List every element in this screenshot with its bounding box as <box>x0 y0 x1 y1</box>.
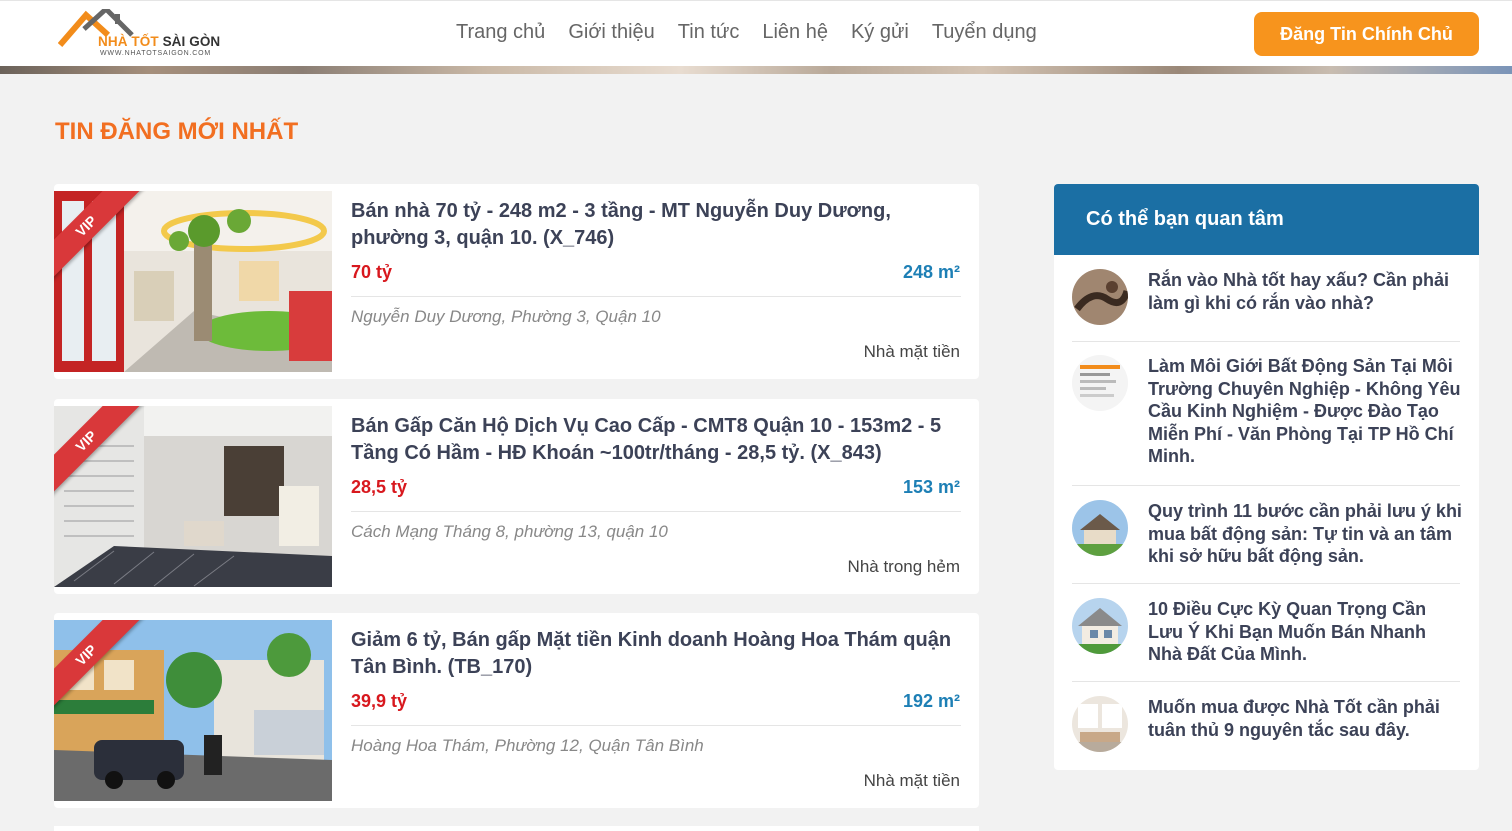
nav-contact[interactable]: Liên hệ <box>762 21 828 44</box>
divider <box>351 511 961 512</box>
listing-price: 28,5 tỷ <box>351 477 408 497</box>
listing-title[interactable]: Bán nhà 70 tỷ - 248 m2 - 3 tầng - MT Ngu… <box>351 198 961 252</box>
section-title: TIN ĐĂNG MỚI NHẤT <box>55 118 299 145</box>
divider <box>351 296 961 297</box>
listing-title[interactable]: Bán Gấp Căn Hộ Dịch Vụ Cao Cấp - CMT8 Qu… <box>351 413 961 467</box>
nav-consign[interactable]: Ký gửi <box>851 21 909 44</box>
listing-image[interactable]: VIP <box>54 191 332 372</box>
divider <box>1072 583 1460 584</box>
article-thumbnail[interactable] <box>1072 598 1128 654</box>
nav-news[interactable]: Tin tức <box>678 21 740 44</box>
listing-card-next <box>54 826 979 831</box>
listing-card[interactable]: VIP Bán Gấp Căn Hộ Dịch Vụ Cao Cấp - CMT… <box>54 399 979 594</box>
listing-type: Nhà trong hẻm <box>847 557 960 576</box>
listing-image[interactable]: VIP <box>54 620 332 801</box>
related-sidebar: Có thể bạn quan tâm Rắn vào Nhà tốt hay … <box>1054 184 1479 770</box>
divider <box>1072 341 1460 342</box>
listing-area: 153 m² <box>902 477 960 497</box>
article-thumbnail[interactable] <box>1072 500 1128 556</box>
listing-card[interactable]: VIP Giảm 6 tỷ, Bán gấp Mặt tiền Kinh doa… <box>54 613 979 808</box>
site-header: NHÀ TỐT SÀI GÒN WWW.NHATOTSAIGON.COM Tra… <box>0 0 1512 66</box>
article-title[interactable]: Rắn vào Nhà tốt hay xấu? Cần phải làm gì… <box>1148 269 1464 314</box>
post-listing-button[interactable]: Đăng Tin Chính Chủ <box>1254 12 1479 56</box>
listing-card[interactable]: VIP Bán nhà 70 tỷ - 248 m2 - 3 tầng - MT… <box>54 184 979 379</box>
listing-address: Hoàng Hoa Thám, Phường 12, Quận Tân Bình <box>351 736 704 755</box>
article-title[interactable]: Quy trình 11 bước cần phải lưu ý khi mua… <box>1148 500 1464 568</box>
logo-domain: WWW.NHATOTSAIGON.COM <box>100 50 212 57</box>
main-nav: Trang chủ Giới thiệu Tin tức Liên hệ Ký … <box>456 21 1037 44</box>
article-title[interactable]: Muốn mua được Nhà Tốt cần phải tuân thủ … <box>1148 696 1464 741</box>
nav-about[interactable]: Giới thiệu <box>568 21 654 44</box>
listing-price: 70 tỷ <box>351 262 393 282</box>
listing-address: Cách Mạng Tháng 8, phường 13, quận 10 <box>351 522 668 541</box>
nav-careers[interactable]: Tuyển dụng <box>932 21 1037 44</box>
vip-ribbon: VIP <box>54 620 146 712</box>
divider <box>1072 681 1460 682</box>
nav-home[interactable]: Trang chủ <box>456 21 545 44</box>
article-title[interactable]: Làm Môi Giới Bất Động Sản Tại Môi Trường… <box>1148 355 1464 468</box>
vip-ribbon: VIP <box>54 406 146 498</box>
listing-area: 248 m² <box>902 262 960 282</box>
hero-banner-edge <box>0 66 1512 74</box>
listing-address: Nguyễn Duy Dương, Phường 3, Quận 10 <box>351 307 661 326</box>
site-logo[interactable]: NHÀ TỐT SÀI GÒN WWW.NHATOTSAIGON.COM <box>58 9 238 61</box>
vip-ribbon: VIP <box>54 191 146 283</box>
listing-price: 39,9 tỷ <box>351 691 408 711</box>
logo-name: NHÀ TỐT SÀI GÒN <box>98 34 221 49</box>
article-thumbnail[interactable] <box>1072 696 1128 752</box>
listing-image[interactable]: VIP <box>54 406 332 587</box>
article-thumbnail[interactable] <box>1072 355 1128 411</box>
listing-title[interactable]: Giảm 6 tỷ, Bán gấp Mặt tiền Kinh doanh H… <box>351 627 961 681</box>
divider <box>1072 485 1460 486</box>
sidebar-title: Có thể bạn quan tâm <box>1054 184 1479 255</box>
article-thumbnail[interactable] <box>1072 269 1128 325</box>
listing-type: Nhà mặt tiền <box>863 342 960 361</box>
divider <box>351 725 961 726</box>
article-title[interactable]: 10 Điều Cực Kỳ Quan Trọng Cần Lưu Ý Khi … <box>1148 598 1464 666</box>
listing-area: 192 m² <box>902 691 960 711</box>
listing-type: Nhà mặt tiền <box>863 771 960 790</box>
